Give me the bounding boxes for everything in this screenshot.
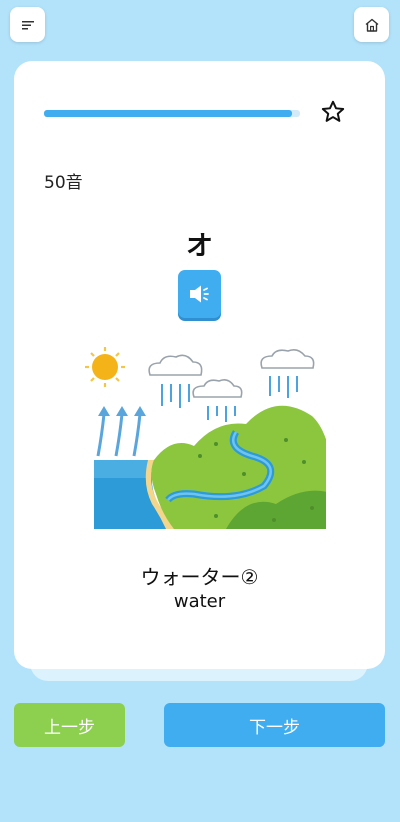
vocabulary-word: ウォーター② [140, 565, 259, 589]
kana-character: オ [186, 231, 213, 262]
category-label: 50音 [44, 173, 83, 193]
home-icon [365, 18, 378, 32]
water-cycle-illustration [85, 347, 326, 529]
next-button[interactable]: 下一步 [164, 703, 385, 747]
previous-button[interactable]: 上一步 [14, 703, 125, 747]
star-outline-icon[interactable] [320, 99, 346, 125]
speaker-icon [189, 285, 209, 303]
word-meaning: water [173, 591, 226, 612]
progress-bar [44, 110, 300, 117]
progress-fill [44, 110, 293, 117]
menu-button[interactable] [10, 7, 45, 42]
sun-icon [85, 347, 125, 387]
home-button[interactable] [354, 7, 389, 42]
play-sound-button[interactable] [178, 270, 221, 318]
hamburger-menu-icon [21, 20, 34, 29]
flashcard: 50音 オ ウォーター② water [14, 61, 385, 669]
